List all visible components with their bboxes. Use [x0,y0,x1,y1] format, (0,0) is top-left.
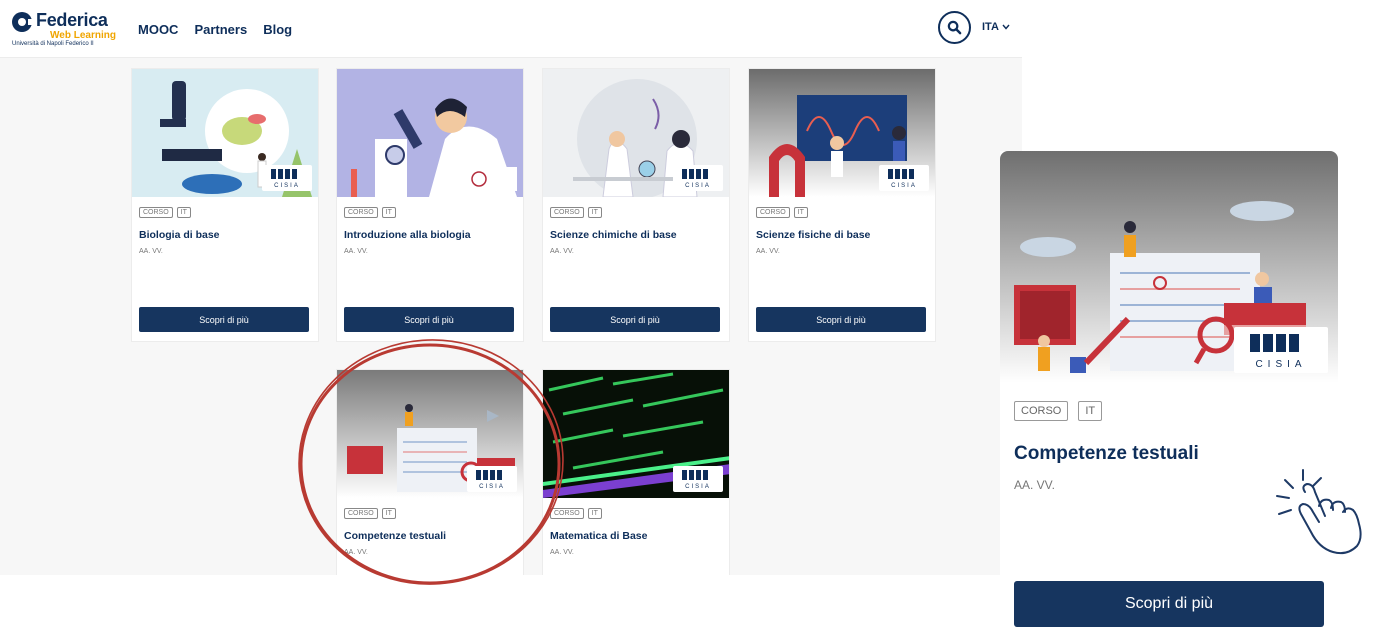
logo-mark-icon [12,12,34,32]
cisia-badge: CISIA [673,466,723,492]
nav-partners[interactable]: Partners [194,22,247,37]
course-title: Matematica di Base [550,530,648,542]
logo-title: Federica [36,10,108,30]
cisia-badge: CISIA [879,165,929,191]
featured-tags: CORSO IT [1014,401,1103,421]
course-card[interactable]: CISIA CORSO IT Biologia di base AA. VV. … [131,68,319,342]
tag-language: IT [587,508,602,519]
nav-blog[interactable]: Blog [263,22,292,37]
tag-language: IT [1078,401,1103,421]
tag-type: CORSO [344,207,378,218]
federica-logo[interactable]: Federica Web Learning Università di Napo… [12,10,122,50]
logo-subtitle: Web Learning [50,30,116,41]
course-author: AA. VV. [344,248,368,255]
course-thumbnail [337,69,523,197]
course-tags: CORSO IT [344,207,523,218]
course-title: Scienze chimiche di base [550,229,677,241]
course-tags: CORSO IT [550,508,729,519]
course-author: AA. VV. [550,248,574,255]
featured-author: AA. VV. [1014,478,1055,492]
course-title: Biologia di base [139,229,220,241]
course-title: Scienze fisiche di base [756,229,871,241]
search-button[interactable] [938,11,971,44]
featured-discover-button[interactable]: Scopri di più [1014,581,1324,627]
tag-language: IT [793,207,808,218]
course-author: AA. VV. [139,248,163,255]
discover-more-button[interactable]: Scopri di più [756,307,926,332]
featured-title: Competenze testuali [1014,443,1199,464]
discover-more-button[interactable]: Scopri di più [139,307,309,332]
course-tags: CORSO IT [756,207,935,218]
nav-mooc[interactable]: MOOC [138,22,178,37]
course-thumbnail: CISIA [132,69,318,197]
course-title: Introduzione alla biologia [344,229,471,241]
tag-type: CORSO [1014,401,1069,421]
tag-type: CORSO [756,207,790,218]
course-thumbnail: CISIA [543,370,729,498]
tag-type: CORSO [139,207,173,218]
course-tags: CORSO IT [139,207,318,218]
course-card[interactable]: CORSO IT Introduzione alla biologia AA. … [336,68,524,342]
search-icon [947,20,962,35]
stage: Federica Web Learning Università di Napo… [0,0,1373,632]
course-author: AA. VV. [756,248,780,255]
discover-more-button[interactable]: Scopri di più [344,307,514,332]
course-thumbnail: CISIA [543,69,729,197]
language-selector[interactable]: ITA [982,21,1010,33]
tag-language: IT [381,207,396,218]
tag-type: CORSO [550,207,584,218]
course-thumbnail: CISIA [749,69,935,197]
course-card[interactable]: CISIA CORSO IT Scienze chimiche di base … [542,68,730,342]
discover-more-button[interactable]: Scopri di più [550,307,720,332]
cisia-badge: CISIA [262,165,312,191]
cisia-badge: CISIA [1234,327,1328,373]
course-tags: CORSO IT [550,207,729,218]
chevron-down-icon [1002,24,1010,30]
pointing-hand-icon [1276,469,1362,555]
featured-course-card[interactable]: CISIA CORSO IT Competenze testuali AA. V… [1000,151,1338,632]
course-card[interactable]: CISIA CORSO IT Matematica di Base AA. VV… [542,369,730,575]
main-nav: MOOC Partners Blog [138,22,292,37]
course-card[interactable]: CISIA CORSO IT Scienze fisiche di base A… [748,68,936,342]
featured-thumbnail: CISIA [1000,151,1338,383]
course-author: AA. VV. [550,549,574,556]
language-label: ITA [982,21,999,33]
highlight-circle [298,339,564,585]
tag-language: IT [587,207,602,218]
tag-language: IT [176,207,191,218]
logo-university: Università di Napoli Federico II [12,41,94,47]
top-navigation-bar: Federica Web Learning Università di Napo… [0,0,1022,58]
cisia-badge: CISIA [673,165,723,191]
